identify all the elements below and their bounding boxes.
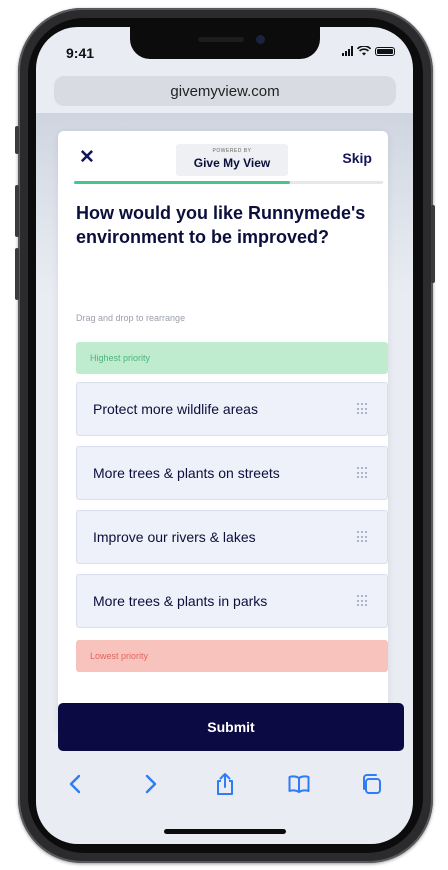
highest-priority-label: Highest priority <box>76 342 388 374</box>
tabs-button[interactable] <box>354 767 388 801</box>
progress-bar <box>74 181 383 184</box>
rank-item-label: More trees & plants on streets <box>93 465 280 481</box>
home-indicator <box>164 829 286 834</box>
safari-toolbar <box>36 767 413 817</box>
drag-handle-icon[interactable] <box>357 595 369 607</box>
survey-modal: ✕ POWERED BY Give My View Skip How would… <box>58 131 388 731</box>
back-button[interactable] <box>58 767 92 801</box>
volume-up-button <box>15 185 19 237</box>
silent-switch <box>15 126 19 154</box>
question-title: How would you like Runnymede's environme… <box>76 203 366 247</box>
logo-powered-by: POWERED BY <box>212 148 252 154</box>
speaker-grille <box>198 37 244 42</box>
logo-name: Give My View <box>193 156 271 170</box>
skip-button[interactable]: Skip <box>342 150 372 166</box>
battery-icon <box>375 46 395 56</box>
volume-down-button <box>15 248 19 300</box>
rank-item[interactable]: More trees & plants on streets <box>76 446 388 500</box>
close-icon[interactable]: ✕ <box>78 148 96 167</box>
wifi-icon <box>357 46 371 56</box>
tabs-icon <box>363 774 381 794</box>
submit-button[interactable]: Submit <box>58 703 404 751</box>
rank-item-label: Protect more wildlife areas <box>93 401 258 417</box>
chevron-left-icon <box>69 774 81 794</box>
chevron-right-icon <box>145 774 157 794</box>
bookmarks-button[interactable] <box>282 767 316 801</box>
lowest-priority-label: Lowest priority <box>76 640 388 672</box>
drag-handle-icon[interactable] <box>357 403 369 415</box>
address-url: givemyview.com <box>170 82 280 100</box>
rank-item[interactable]: Improve our rivers & lakes <box>76 510 388 564</box>
forward-button[interactable] <box>134 767 168 801</box>
status-icons <box>342 46 395 56</box>
rank-item[interactable]: Protect more wildlife areas <box>76 382 388 436</box>
drag-hint: Drag and drop to rearrange <box>76 313 186 323</box>
address-bar[interactable]: givemyview.com <box>54 76 396 106</box>
drag-handle-icon[interactable] <box>357 531 369 543</box>
rank-item-label: More trees & plants in parks <box>93 593 268 609</box>
progress-fill <box>74 181 291 184</box>
notch <box>130 27 320 59</box>
power-button <box>431 205 435 283</box>
signal-icon <box>342 46 353 56</box>
rank-item[interactable]: More trees & plants in parks <box>76 574 388 628</box>
share-button[interactable] <box>208 767 242 801</box>
rank-item-label: Improve our rivers & lakes <box>93 529 256 545</box>
drag-handle-icon[interactable] <box>357 467 369 479</box>
share-icon <box>217 773 233 795</box>
bookmarks-icon <box>288 775 310 793</box>
front-camera <box>256 35 265 44</box>
status-time: 9:41 <box>66 45 95 61</box>
give-my-view-logo: POWERED BY Give My View <box>176 144 288 176</box>
phone-screen: 9:41 givemyview.com ✕ POWERED BY Give My… <box>36 27 413 844</box>
